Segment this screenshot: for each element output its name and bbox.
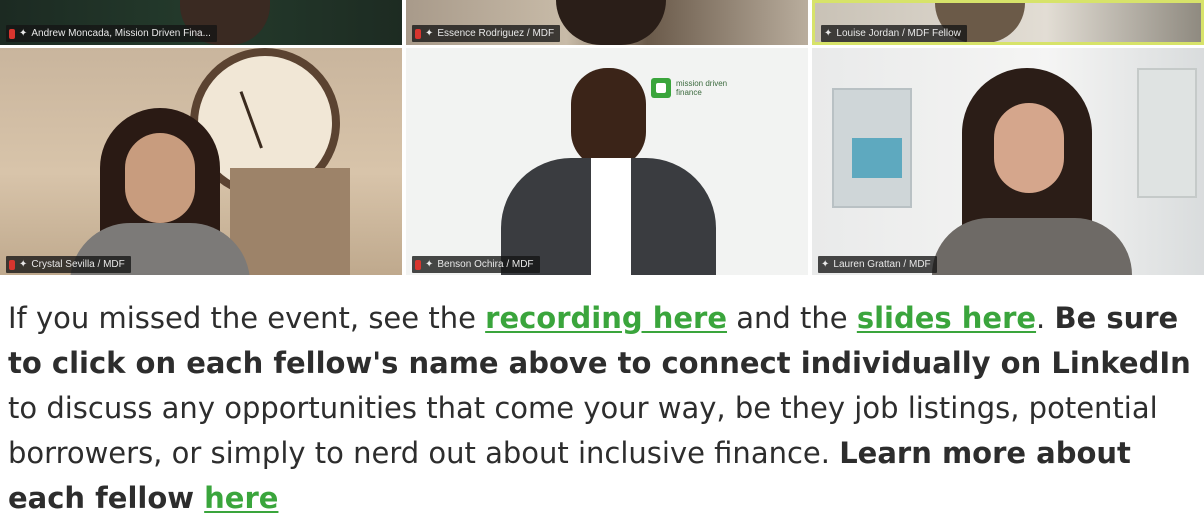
- name-tag: ✦ Crystal Sevilla / MDF: [6, 256, 131, 273]
- pin-icon: ✦: [425, 258, 434, 270]
- door-frame: [1137, 68, 1197, 198]
- participant-face: [571, 68, 646, 168]
- pin-icon: ✦: [19, 258, 28, 270]
- event-summary-text: If you missed the event, see the recordi…: [8, 296, 1198, 515]
- participant-name: Crystal Sevilla / MDF: [31, 259, 125, 270]
- participant-name: Andrew Moncada, Mission Driven Fina...: [31, 28, 211, 39]
- participant-figure: [556, 0, 666, 45]
- video-tile-andrew[interactable]: ✦ Andrew Moncada, Mission Driven Fina...: [0, 0, 402, 45]
- muted-mic-icon: [9, 259, 15, 270]
- participant-name: Essence Rodriguez / MDF: [437, 28, 555, 39]
- pin-icon: ✦: [425, 27, 434, 39]
- text-segment: If you missed the event, see the: [8, 301, 486, 335]
- name-tag: ✦ Andrew Moncada, Mission Driven Fina...: [6, 25, 217, 42]
- muted-mic-icon: [415, 259, 421, 270]
- pin-icon: ✦: [821, 258, 830, 270]
- logo-mark-icon: [651, 78, 671, 98]
- name-tag: ✦ Louise Jordan / MDF Fellow: [821, 25, 967, 42]
- text-segment: and the: [727, 301, 857, 335]
- pin-icon: ✦: [19, 27, 28, 39]
- participant-shirt: [591, 158, 631, 275]
- video-tile-lauren[interactable]: ✦ Lauren Grattan / MDF: [812, 48, 1204, 275]
- participant-face: [125, 133, 195, 223]
- logo-text-line1: mission driven: [676, 79, 728, 88]
- slides-link[interactable]: slides here: [857, 301, 1036, 335]
- muted-mic-icon: [9, 28, 15, 39]
- participant-name: Benson Ochira / MDF: [437, 259, 534, 270]
- participant-body: [932, 218, 1132, 275]
- video-tile-crystal[interactable]: ✦ Crystal Sevilla / MDF: [0, 48, 402, 275]
- fellows-link[interactable]: here: [204, 481, 278, 515]
- name-tag: ✦ Essence Rodriguez / MDF: [412, 25, 561, 42]
- video-tile-essence[interactable]: ✦ Essence Rodriguez / MDF: [406, 0, 808, 45]
- logo-text-line2: finance: [676, 88, 702, 97]
- participant-face: [994, 103, 1064, 193]
- video-tile-benson[interactable]: mission driven finance ✦ Benson Ochira /…: [406, 48, 808, 275]
- participant-name: Louise Jordan / MDF Fellow: [836, 28, 961, 39]
- brand-logo: mission driven finance: [651, 78, 727, 98]
- muted-mic-icon: [415, 28, 421, 39]
- participant-name: Lauren Grattan / MDF: [833, 259, 931, 270]
- name-tag: ✦ Benson Ochira / MDF: [412, 256, 540, 273]
- video-call-grid: ✦ Andrew Moncada, Mission Driven Fina...…: [0, 0, 1204, 275]
- pin-icon: ✦: [824, 27, 833, 39]
- name-tag: ✦ Lauren Grattan / MDF: [818, 256, 937, 273]
- text-segment: .: [1036, 301, 1055, 335]
- wall-art: [852, 138, 902, 178]
- recording-link[interactable]: recording here: [485, 301, 727, 335]
- video-tile-louise[interactable]: ✦ Louise Jordan / MDF Fellow: [812, 0, 1204, 45]
- shelf: [230, 168, 350, 275]
